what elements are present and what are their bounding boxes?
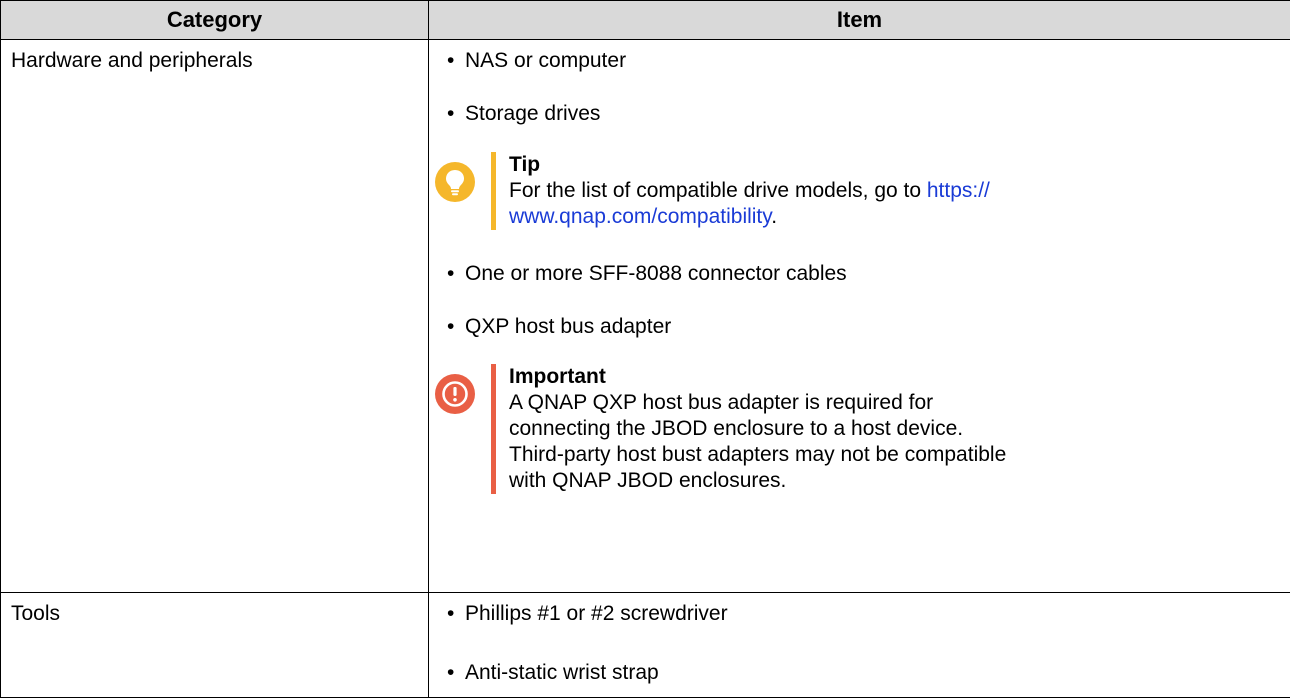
list-item: • QXP host bus adapter	[443, 314, 1280, 340]
list-item: • NAS or computer	[443, 48, 1280, 74]
important-line: Third-party host bust adapters may not b…	[509, 442, 1280, 468]
bullet-glyph: •	[443, 660, 465, 686]
tip-text: For the list of compatible drive models,…	[509, 178, 1280, 230]
bullet-glyph: •	[443, 101, 465, 127]
category-cell: Tools	[1, 593, 429, 698]
important-line: A QNAP QXP host bus adapter is required …	[509, 390, 1280, 416]
link-line-2: www.qnap.com/compatibility	[509, 205, 771, 228]
tip-text-after: .	[771, 205, 777, 228]
tip-body: Tip For the list of compatible drive mod…	[509, 152, 1280, 230]
list-item: • Anti-static wrist strap	[443, 660, 1280, 686]
tip-accent-bar	[491, 152, 496, 230]
lightbulb-icon	[435, 162, 475, 202]
list-item: • One or more SFF-8088 connector cables	[443, 261, 1280, 287]
header-category: Category	[1, 1, 429, 40]
important-body: Important A QNAP QXP host bus adapter is…	[509, 364, 1280, 494]
exclamation-icon	[435, 374, 475, 414]
important-line: connecting the JBOD enclosure to a host …	[509, 416, 1280, 442]
important-title: Important	[509, 364, 1280, 390]
items-cell: • NAS or computer • Storage drives	[429, 40, 1290, 593]
tip-text-before: For the list of compatible drive models,…	[509, 179, 927, 202]
list-item-text: QXP host bus adapter	[465, 314, 671, 340]
important-accent-bar	[491, 364, 496, 494]
bullet-glyph: •	[443, 314, 465, 340]
bullet-glyph: •	[443, 48, 465, 74]
items-cell: • Phillips #1 or #2 screwdriver • Anti-s…	[429, 593, 1290, 698]
list-item-text: Anti-static wrist strap	[465, 660, 659, 686]
list-item: • Storage drives	[443, 101, 1280, 127]
table-row: Hardware and peripherals • NAS or comput…	[1, 40, 1290, 593]
link-line-1: https://	[927, 179, 990, 202]
table-header-row: Category Item	[1, 1, 1290, 40]
table-row: Tools • Phillips #1 or #2 screwdriver • …	[1, 593, 1290, 698]
list-item-text: NAS or computer	[465, 48, 626, 74]
list-item-text: Storage drives	[465, 101, 600, 127]
bullet-glyph: •	[443, 601, 465, 627]
tip-note: Tip For the list of compatible drive mod…	[435, 152, 1280, 230]
list-item-text: One or more SFF-8088 connector cables	[465, 261, 847, 287]
list-item: • Phillips #1 or #2 screwdriver	[443, 601, 1280, 627]
important-line: with QNAP JBOD enclosures.	[509, 468, 1280, 494]
tip-title: Tip	[509, 152, 1280, 178]
requirements-table: Category Item Hardware and peripherals •…	[0, 0, 1290, 698]
bullet-glyph: •	[443, 261, 465, 287]
list-item-text: Phillips #1 or #2 screwdriver	[465, 601, 728, 627]
category-cell: Hardware and peripherals	[1, 40, 429, 593]
header-item: Item	[429, 1, 1290, 40]
important-note: Important A QNAP QXP host bus adapter is…	[435, 364, 1280, 494]
